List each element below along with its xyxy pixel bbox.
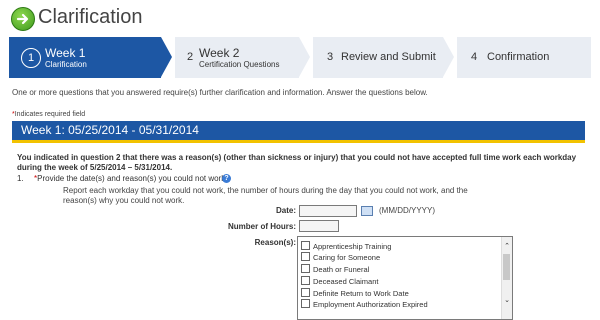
scroll-up-arrow-icon[interactable]: ⌃ [502,243,512,251]
reasons-label: Reason(s): [254,238,296,247]
step-review-submit[interactable]: 3 Review and Submit [313,37,443,78]
required-note-text: Indicates required field [14,111,86,118]
checkbox[interactable] [301,252,310,261]
reason-option[interactable]: Caring for Someone [301,252,380,262]
checkbox[interactable] [301,276,310,285]
date-format-hint: (MM/DD/YYYY) [379,206,435,215]
green-arrow-circle-icon[interactable] [11,7,35,31]
hours-field[interactable] [299,220,339,232]
checkbox[interactable] [301,241,310,250]
step-title: Week 1 [45,46,86,60]
required-note: *Indicates required field [12,111,85,118]
hours-label: Number of Hours: [228,222,296,231]
reason-label: Caring for Someone [313,253,381,262]
reason-label: Death or Funeral [313,265,370,274]
question-text: You indicated in question 2 that there w… [17,153,577,172]
step-week-2[interactable]: 2 Week 2 Certification Questions [175,37,299,78]
step-title: Review and Submit [341,51,436,63]
date-field[interactable] [299,205,357,217]
reason-option[interactable]: Definite Return to Work Date [301,288,409,298]
step-subtitle: Clarification [45,60,87,69]
step-number: 2 [186,51,194,63]
item-label: *Provide the date(s) and reason(s) you c… [34,174,227,183]
reasons-list[interactable]: Apprenticeship Training Caring for Someo… [297,236,513,320]
calendar-icon[interactable] [361,206,373,216]
reason-option[interactable]: Death or Funeral [301,264,369,274]
progress-steps: 1 Week 1 Clarification 2 Week 2 Certific… [9,37,591,78]
checkbox[interactable] [301,299,310,308]
step-chevron [299,37,310,77]
reason-option[interactable]: Apprenticeship Training [301,241,391,251]
page-header: Clarification [0,0,600,36]
instruction-text: Report each workday that you could not w… [63,186,468,205]
reason-label: Employment Authorization Expired [313,300,428,309]
intro-text: One or more questions that you answered … [12,88,428,97]
step-title: Confirmation [487,51,550,63]
reasons-scrollbar[interactable]: ⌃ ⌄ [501,237,512,319]
question-help-icon[interactable]: ? [222,174,231,183]
step-number: 3 [326,51,334,63]
checkbox[interactable] [301,264,310,273]
checkbox[interactable] [301,288,310,297]
step-confirmation[interactable]: 4 Confirmation [457,37,591,78]
reason-option[interactable]: Employment Authorization Expired [301,299,428,309]
item-label-text: Provide the date(s) and reason(s) you co… [37,174,228,183]
step-subtitle: Certification Questions [199,60,280,69]
step-number: 1 [21,48,41,68]
step-week-1[interactable]: 1 Week 1 Clarification [9,37,161,78]
reason-label: Deceased Claimant [313,277,379,286]
reason-option[interactable]: Deceased Claimant [301,276,378,286]
scroll-down-arrow-icon[interactable]: ⌄ [502,297,512,305]
scroll-thumb[interactable] [503,254,510,280]
page-title: Clarification [38,6,143,28]
reason-label: Apprenticeship Training [313,242,392,251]
step-chevron [443,37,454,77]
step-number: 4 [470,51,478,63]
step-chevron [161,37,172,77]
step-title: Week 2 [199,46,240,60]
date-label: Date: [275,206,296,215]
week-bar-title: Week 1: 05/25/2014 - 05/31/2014 [21,123,199,137]
week-bar: Week 1: 05/25/2014 - 05/31/2014 [12,121,585,143]
item-number: 1. [17,174,24,183]
reason-label: Definite Return to Work Date [313,289,409,298]
